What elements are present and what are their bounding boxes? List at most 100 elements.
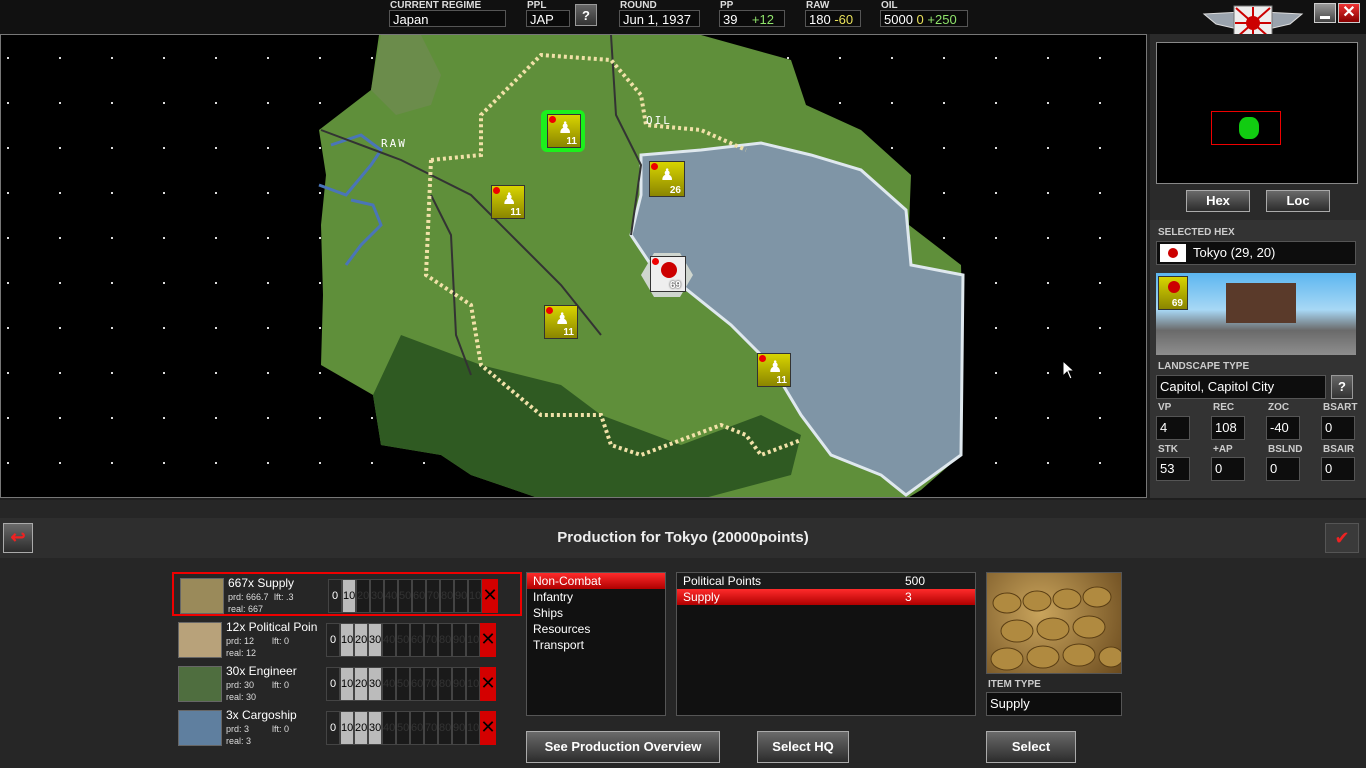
production-level-slot[interactable]: 0 — [326, 623, 340, 657]
production-level-slot[interactable]: 70 — [426, 579, 440, 613]
remove-row-button[interactable]: ✕ — [480, 623, 496, 657]
production-level-slot[interactable]: 0 — [328, 579, 342, 613]
item-supply[interactable]: Supply 3 — [677, 589, 975, 605]
production-level-slot[interactable]: 40 — [382, 711, 396, 745]
production-level-slot[interactable]: 90 — [452, 711, 466, 745]
remove-row-button[interactable]: ✕ — [480, 667, 496, 701]
map-unit[interactable]: ♟ 26 — [649, 161, 685, 197]
production-level-slot[interactable]: 90 — [454, 579, 468, 613]
capital-city-unit[interactable]: 69 — [650, 256, 686, 292]
production-level-slot[interactable]: 100 — [466, 711, 485, 745]
select-button[interactable]: Select — [986, 731, 1076, 763]
production-level-slot[interactable]: 20 — [356, 579, 370, 613]
production-level-slot[interactable]: 40 — [382, 623, 396, 657]
production-level-slot[interactable]: 90 — [452, 623, 466, 657]
production-level-slot[interactable]: 50 — [396, 667, 410, 701]
infantry-icon: ♟ — [558, 120, 573, 137]
production-level-slot[interactable]: 10 — [340, 623, 354, 657]
production-level-slot[interactable]: 10 — [340, 711, 354, 745]
production-level-slot[interactable]: 20 — [354, 623, 368, 657]
item-preview-image — [986, 572, 1124, 674]
production-level-slot[interactable]: 80 — [438, 623, 452, 657]
production-level-slot[interactable]: 40 — [382, 667, 396, 701]
loc-button[interactable]: Loc — [1266, 190, 1330, 212]
production-level-slot[interactable]: 30 — [368, 711, 382, 745]
production-row[interactable]: 30x Engineer prd: 30 lft: 0 real: 30 0 10 20 30… — [172, 662, 522, 706]
production-level-slot[interactable]: 70 — [424, 711, 438, 745]
production-level-slot[interactable]: 80 — [440, 579, 454, 613]
production-level-slot[interactable]: 80 — [438, 667, 452, 701]
production-level-slot[interactable]: 60 — [410, 711, 424, 745]
ap-value: 0 — [1211, 457, 1245, 481]
production-level-slot[interactable]: 0 — [326, 711, 340, 745]
production-level-slot[interactable]: 20 — [354, 711, 368, 745]
production-level-slot[interactable]: 30 — [368, 623, 382, 657]
remove-row-button[interactable]: ✕ — [482, 579, 498, 613]
production-level-slot[interactable]: 100 — [466, 667, 485, 701]
minimize-button[interactable] — [1314, 3, 1336, 23]
map-unit[interactable]: ♟ 11 — [757, 353, 791, 387]
zoc-value: -40 — [1266, 416, 1300, 440]
production-level-slot[interactable]: 50 — [396, 711, 410, 745]
bslnd-value: 0 — [1266, 457, 1300, 481]
production-level-slot[interactable]: 10 — [340, 667, 354, 701]
category-resources[interactable]: Resources — [527, 621, 665, 637]
close-button[interactable]: ✕ — [1338, 3, 1360, 23]
production-level-slot[interactable]: 0 — [326, 667, 340, 701]
row-name: 3x Cargoship — [226, 708, 297, 722]
production-level-slot[interactable]: 30 — [370, 579, 384, 613]
unit-strength: 26 — [669, 185, 681, 196]
hex-button[interactable]: Hex — [1186, 190, 1250, 212]
production-level-slot[interactable]: 60 — [412, 579, 426, 613]
production-level-slot[interactable]: 30 — [368, 667, 382, 701]
select-hq-button[interactable]: Select HQ — [757, 731, 849, 763]
confirm-button[interactable]: ✔ — [1325, 523, 1359, 553]
minimap-land — [1239, 117, 1259, 139]
production-level-slot[interactable]: 70 — [424, 623, 438, 657]
city-unit-badge: 69 — [1158, 276, 1188, 310]
row-real: real: 30 — [226, 692, 257, 702]
map-unit[interactable]: ♟ 11 — [547, 114, 581, 148]
production-level-slot[interactable]: 90 — [452, 667, 466, 701]
map-unit[interactable]: ♟ 11 — [544, 305, 578, 339]
hex-map[interactable]: RAW OIL ♟ 11 ♟ 26 ♟ 11 69 ♟ 11 ♟ 11 — [0, 34, 1147, 498]
production-level-slot[interactable]: 60 — [410, 667, 424, 701]
regime-help-button[interactable]: ? — [575, 4, 597, 26]
raw-box: 180 -60 — [805, 10, 861, 27]
production-level-slot[interactable]: 50 — [396, 623, 410, 657]
map-unit[interactable]: ♟ 11 — [491, 185, 525, 219]
production-level-slot[interactable]: 80 — [438, 711, 452, 745]
category-transport[interactable]: Transport — [527, 637, 665, 653]
production-level-slot[interactable]: 10 — [342, 579, 356, 613]
production-row[interactable]: 12x Political Poin prd: 12 lft: 0 real: 12 0… — [172, 618, 522, 662]
pp-box: 39 +12 — [719, 10, 785, 27]
item-type-value: Supply — [986, 692, 1122, 716]
close-icon: ✕ — [1342, 4, 1356, 21]
category-non-combat[interactable]: Non-Combat — [527, 573, 665, 589]
category-ships[interactable]: Ships — [527, 605, 665, 621]
bsair-label: BSAIR — [1323, 444, 1355, 455]
production-level-slot[interactable]: 20 — [354, 667, 368, 701]
rising-sun-icon — [1168, 281, 1180, 293]
production-level-slot[interactable]: 100 — [466, 623, 485, 657]
row-lft: lft: 0 — [272, 724, 290, 734]
hex-info-panel: Hex Loc SELECTED HEX Tokyo (29, 20) 69 L… — [1150, 34, 1366, 498]
production-level-slot[interactable]: 100 — [468, 579, 487, 613]
minimap[interactable] — [1156, 42, 1358, 184]
production-overview-button[interactable]: See Production Overview — [526, 731, 720, 763]
production-level-slot[interactable]: 70 — [424, 667, 438, 701]
item-name: Political Points — [683, 574, 762, 588]
oil-resource-label: OIL — [646, 114, 672, 127]
landscape-help-button[interactable]: ? — [1331, 375, 1353, 399]
infantry-icon: ♟ — [768, 359, 783, 376]
production-row[interactable]: 3x Cargoship prd: 3 lft: 0 real: 3 0 10 20 30 40… — [172, 706, 522, 750]
production-level-slot[interactable]: 60 — [410, 623, 424, 657]
category-infantry[interactable]: Infantry — [527, 589, 665, 605]
remove-row-button[interactable]: ✕ — [480, 711, 496, 745]
production-level-slot[interactable]: 50 — [398, 579, 412, 613]
unit-thumbnail — [178, 666, 222, 702]
production-row[interactable]: 667x Supply prd: 666.7 lft: .3 real: 667 0 10… — [172, 572, 522, 616]
production-level-slot[interactable]: 40 — [384, 579, 398, 613]
row-lft: lft: 0 — [272, 636, 290, 646]
item-political-points[interactable]: Political Points 500 — [677, 573, 975, 589]
